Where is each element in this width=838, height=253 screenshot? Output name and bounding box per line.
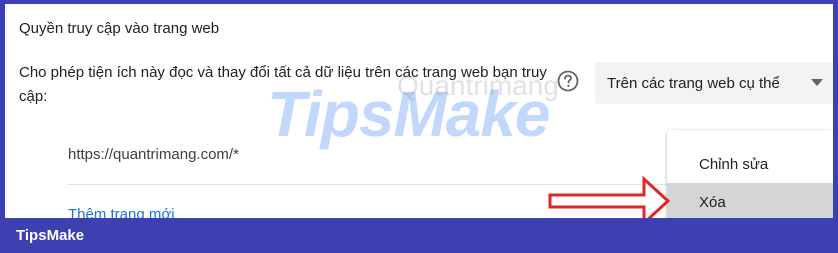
footer-bar: TipsMake <box>0 218 838 253</box>
watermark: TipsMake <box>267 78 550 150</box>
add-site-link[interactable]: Thêm trang mới <box>68 206 175 218</box>
site-access-card: Quyền truy cập vào trang web Cho phép ti… <box>5 4 833 218</box>
site-access-select[interactable]: Trên các trang web cụ thể <box>595 62 833 104</box>
red-arrow-annotation <box>548 175 671 224</box>
site-context-menu: Chỉnh sửa Xóa <box>667 130 833 218</box>
site-url: https://quantrimang.com/* <box>68 146 239 163</box>
menu-item-edit[interactable]: Chỉnh sửa <box>667 145 833 183</box>
chevron-down-icon <box>811 79 823 86</box>
section-title: Quyền truy cập vào trang web <box>19 20 220 37</box>
site-access-select-value: Trên các trang web cụ thể <box>607 74 780 92</box>
brand-label: TipsMake <box>16 227 85 244</box>
menu-item-delete[interactable]: Xóa <box>667 183 833 218</box>
help-icon[interactable] <box>557 70 579 92</box>
